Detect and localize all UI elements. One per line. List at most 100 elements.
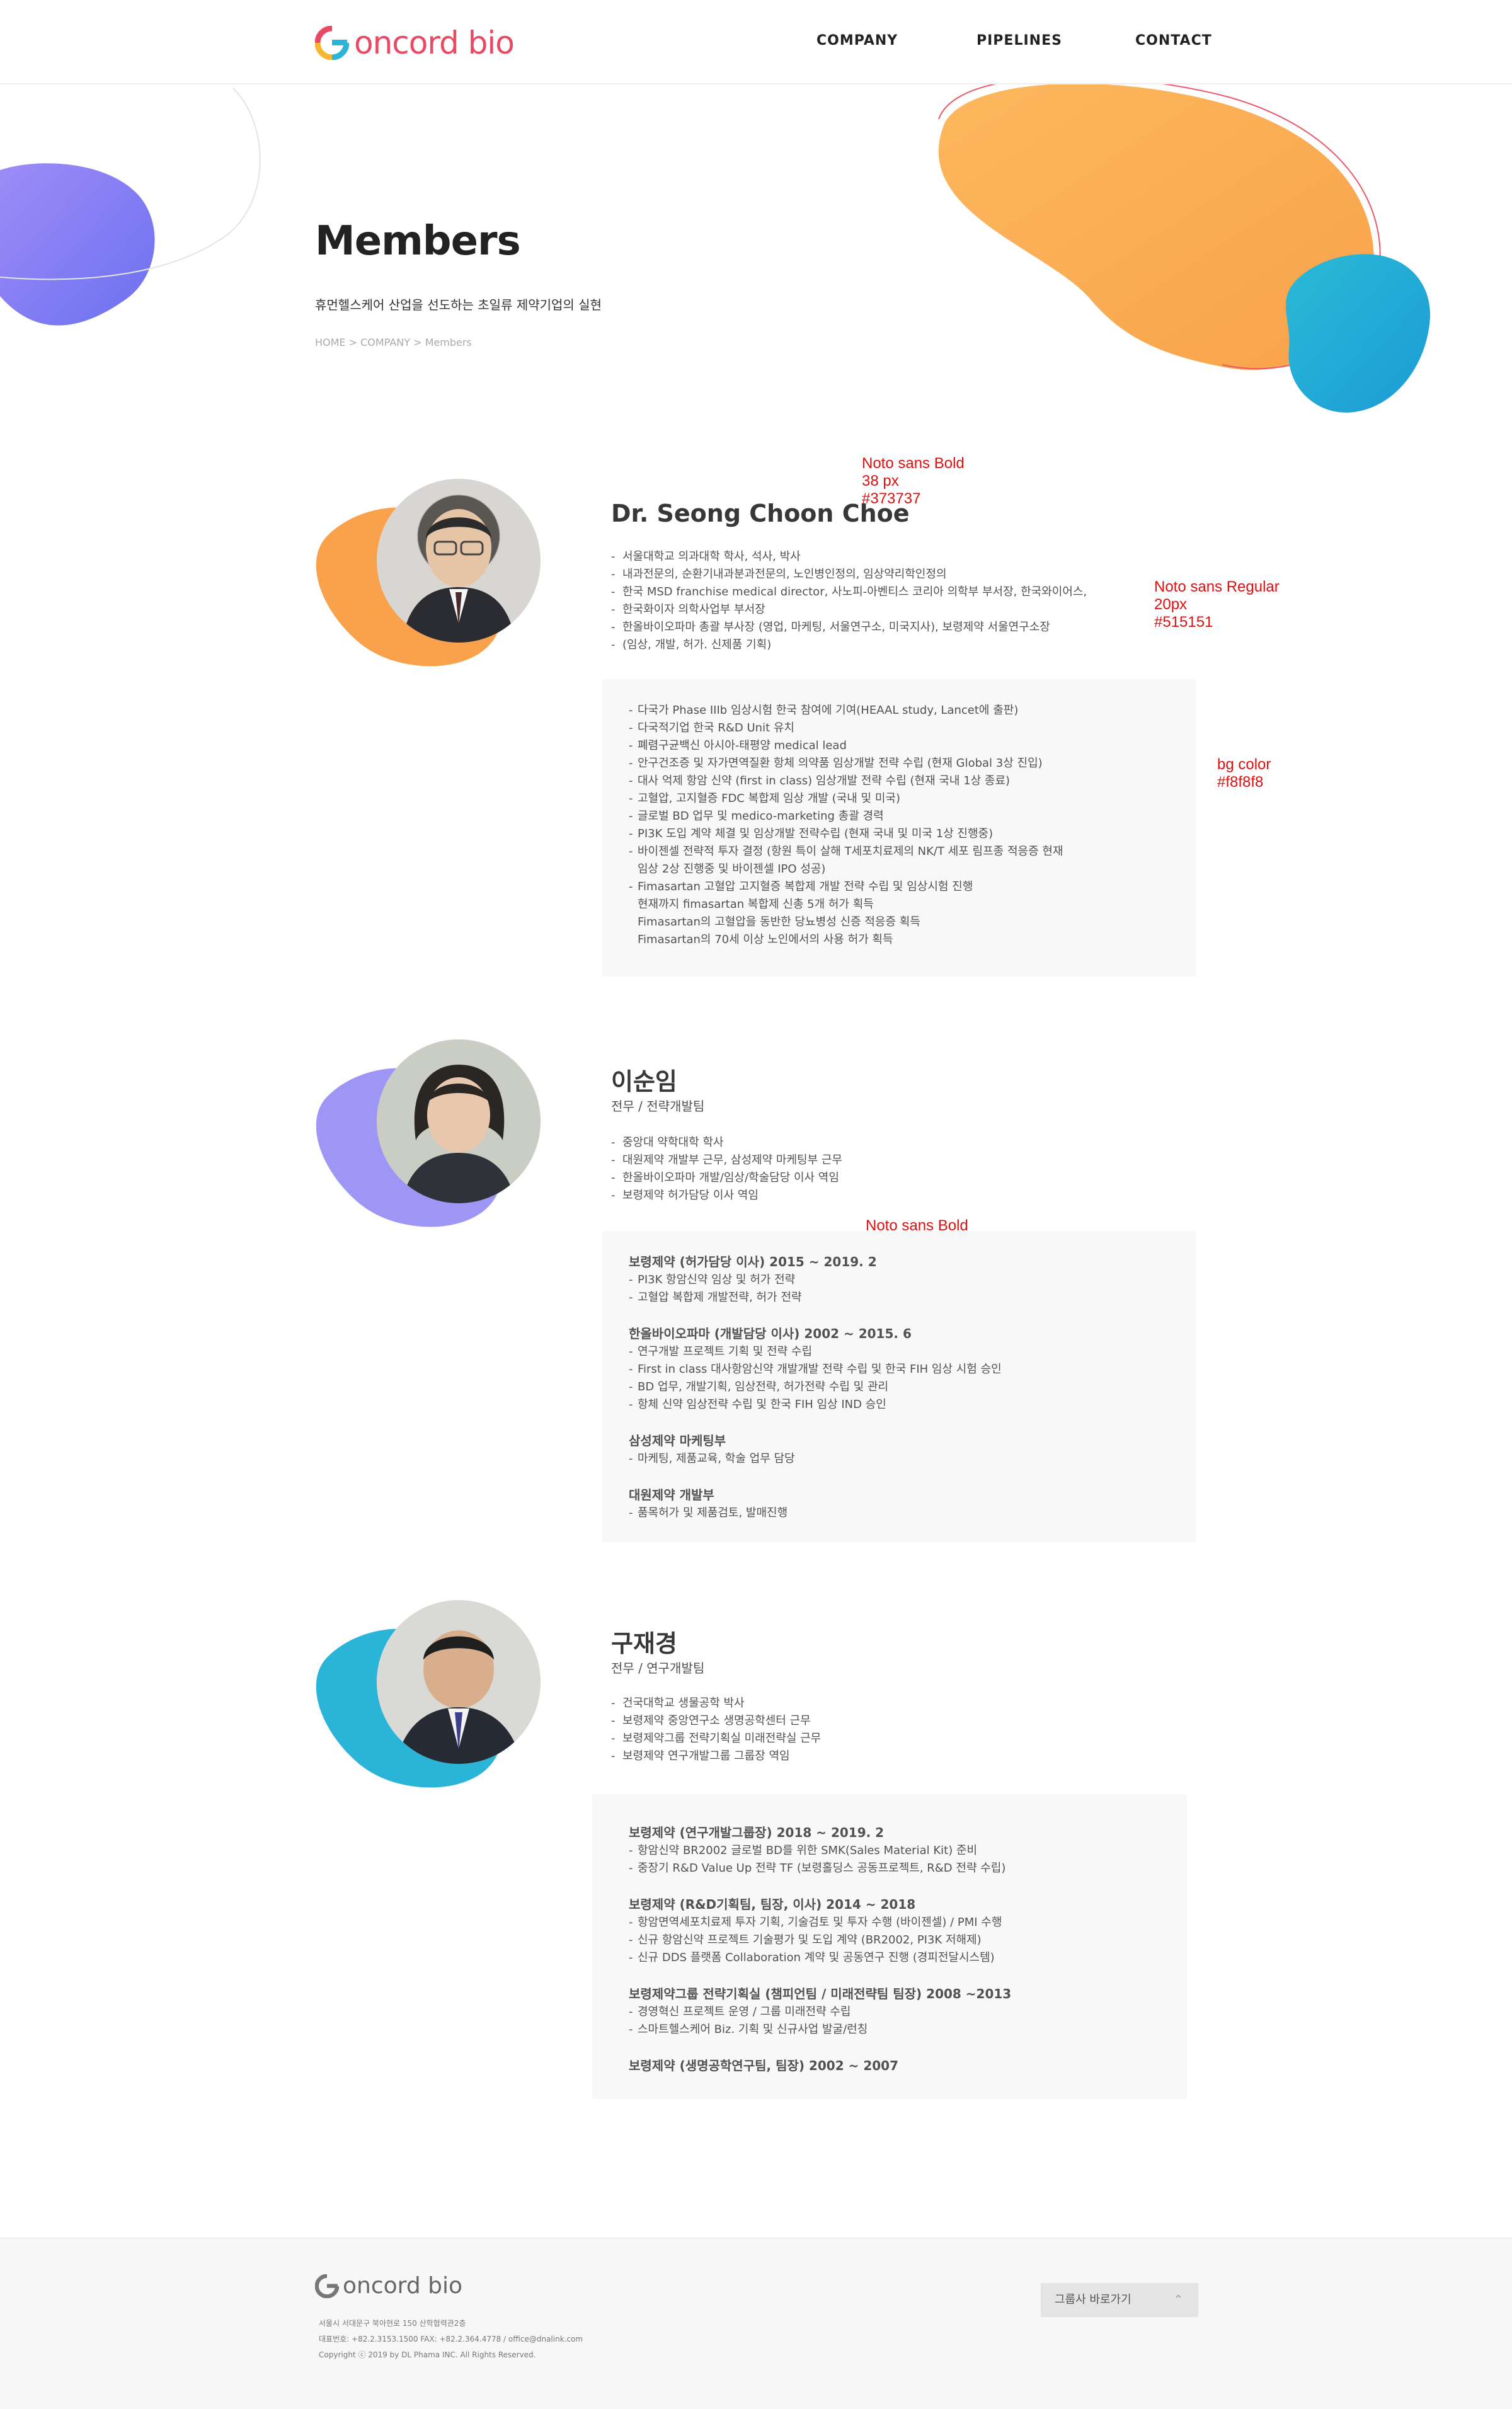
left-purple-blob xyxy=(0,88,261,326)
logo-mark-icon xyxy=(315,26,349,60)
member3-role: 전무 / 연구개발팀 xyxy=(611,1661,705,1676)
nav-pipelines[interactable]: PIPELINES xyxy=(976,33,1062,49)
portrait-icon xyxy=(377,1600,541,1764)
bio-item: 서울대학교 의과대학 학사, 석사, 박사 xyxy=(611,548,1134,566)
footer-logo-text: oncord bio xyxy=(343,2273,463,2299)
right-orange-blob xyxy=(938,84,1431,413)
bio-item-cont: 한국화이자 의학사업부 부서장 xyxy=(611,601,1134,619)
career-section-title: 보령제약 (R&D기획팀, 팀장, 이사) 2014 ~ 2018 xyxy=(629,1897,916,1912)
family-site-label: 그룹사 바로가기 xyxy=(1055,2293,1131,2306)
career-section: 보령제약 (생명공학연구팀, 팀장) 2002 ~ 2007 xyxy=(629,2056,1187,2075)
career-item: 다국가 Phase IIIb 임상시험 한국 참여에 기여(HEAAL stud… xyxy=(629,702,1196,719)
footer-contact: 대표번호: +82.2.3153.1500 FAX: +82.2.364.477… xyxy=(319,2335,583,2343)
career-item: 항암신약 BR2002 글로벌 BD를 위한 SMK(Sales Materia… xyxy=(629,1842,1187,1860)
career-section: 한올바이오파마 (개발담당 이사) 2002 ~ 2015. 6 연구개발 프로… xyxy=(629,1324,1196,1414)
site-header: oncord bio COMPANY PIPELINES CONTACT xyxy=(0,0,1512,84)
career-item: PI3K 항암신약 임상 및 허가 전략 xyxy=(629,1271,1196,1289)
career-item: Fimasartan 고혈압 고지혈증 복합제 개발 전략 수립 및 임상시험 … xyxy=(629,878,1196,896)
member1-career-box: 다국가 Phase IIIb 임상시험 한국 참여에 기여(HEAAL stud… xyxy=(602,679,1196,976)
member2-photo xyxy=(377,1039,541,1203)
career-item: 고혈압, 고지혈증 FDC 복합제 임상 개발 (국내 및 미국) xyxy=(629,790,1196,808)
member3-bio: 건국대학교 생물공학 박사 보령제약 중앙연구소 생명공학센터 근무 보령제약그… xyxy=(611,1695,1134,1765)
career-item-cont: 현재까지 fimasartan 복합제 신총 5개 허가 획득 xyxy=(638,898,874,911)
member2-bio: 중앙대 약학대학 학사 대원제약 개발부 근무, 삼성제약 마케팅부 근무 한올… xyxy=(611,1134,1134,1204)
career-item: 고혈압 복합제 개발전략, 허가 전략 xyxy=(629,1289,1196,1307)
logo-mark-icon xyxy=(315,2274,339,2298)
career-item: BD 업무, 개발기획, 임상전략, 허가전략 수립 및 관리 xyxy=(629,1378,1196,1396)
career-item: 항암면역세포치료제 투자 기획, 기술검토 및 투자 수행 (바이젠셀) / P… xyxy=(629,1914,1187,1931)
member1-name: Dr. Seong Choon Choe xyxy=(611,500,910,527)
bio-item: 내과전문의, 순환기내과분과전문의, 노인병인정의, 임상약리학인정의 xyxy=(611,566,1134,583)
brand-logo[interactable]: oncord bio xyxy=(315,24,515,62)
page-subtitle: 휴먼헬스케어 산업을 선도하는 초일류 제약기업의 실현 xyxy=(315,297,602,312)
career-item: 안구건조증 및 자가면역질환 항체 의약품 임상개발 전략 수립 (현재 Glo… xyxy=(629,755,1196,772)
career-item: 대사 억제 항암 신약 (first in class) 임상개발 전략 수립 … xyxy=(629,772,1196,790)
bio-item: 중앙대 약학대학 학사 xyxy=(611,1134,1134,1152)
career-section: 보령제약 (R&D기획팀, 팀장, 이사) 2014 ~ 2018 항암면역세포… xyxy=(629,1895,1187,1967)
career-item: 스마트헬스케어 Biz. 기획 및 신규사업 발굴/런칭 xyxy=(629,2021,1187,2039)
footer-address: 서울시 서대문구 북아현로 150 산학협력관2층 xyxy=(319,2319,466,2328)
portrait-icon xyxy=(377,1039,541,1203)
career-section: 보령제약 (연구개발그룹장) 2018 ~ 2019. 2 항암신약 BR200… xyxy=(629,1823,1187,1877)
bio-item: 보령제약 중앙연구소 생명공학센터 근무 xyxy=(611,1712,1134,1730)
career-section-title: 보령제약그룹 전략기획실 (챔피언팀 / 미래전략팀 팀장) 2008 ~201… xyxy=(629,1986,1012,2001)
footer-copyright: Copyright ⓒ 2019 by DL Phama INC. All Ri… xyxy=(319,2350,536,2359)
footer-info: 서울시 서대문구 북아현로 150 산학협력관2층 대표번호: +82.2.31… xyxy=(319,2316,583,2363)
career-item: 품목허가 및 제품검토, 발매진행 xyxy=(629,1504,1196,1522)
site-footer: oncord bio 서울시 서대문구 북아현로 150 산학협력관2층 대표번… xyxy=(0,2238,1512,2409)
career-item: 마케팅, 제품교육, 학술 업무 담당 xyxy=(629,1450,1196,1468)
career-section: 보령제약 (허가담당 이사) 2015 ~ 2019. 2 PI3K 항암신약 … xyxy=(629,1252,1196,1307)
career-item-cont: Fimasartan의 70세 이상 노인에서의 사용 허가 획득 xyxy=(638,933,893,946)
member2-name: 이순임 xyxy=(611,1068,677,1096)
career-item: 연구개발 프로젝트 기획 및 전략 수립 xyxy=(629,1343,1196,1361)
member2-career-box: 보령제약 (허가담당 이사) 2015 ~ 2019. 2 PI3K 항암신약 … xyxy=(602,1231,1196,1542)
career-section-title: 보령제약 (허가담당 이사) 2015 ~ 2019. 2 xyxy=(629,1254,877,1269)
bio-item: 보령제약 허가담당 이사 역임 xyxy=(611,1187,1134,1204)
bio-item: 대원제약 개발부 근무, 삼성제약 마케팅부 근무 xyxy=(611,1152,1134,1169)
portrait-icon xyxy=(402,509,515,643)
career-item: 신규 항암신약 프로젝트 기술평가 및 도입 계약 (BR2002, PI3K … xyxy=(629,1931,1187,1949)
career-item: 글로벌 BD 업무 및 medico-marketing 총괄 경력 xyxy=(629,808,1196,825)
bio-item: 건국대학교 생물공학 박사 xyxy=(611,1695,1134,1712)
annotation-bg-color: bg color #f8f8f8 xyxy=(1217,756,1271,791)
bio-item: 보령제약그룹 전략기획실 미래전략실 근무 xyxy=(611,1730,1134,1748)
career-item: 신규 DDS 플랫폼 Collaboration 계약 및 공동연구 진행 (경… xyxy=(629,1949,1187,1967)
footer-logo[interactable]: oncord bio xyxy=(315,2273,462,2299)
bio-item: 한국 MSD franchise medical director, 사노피-아… xyxy=(611,583,1134,601)
career-section-title: 대원제약 개발부 xyxy=(629,1487,714,1502)
bio-item: 한올바이오파마 개발/임상/학술담당 이사 역임 xyxy=(611,1169,1134,1187)
page-title: Members xyxy=(315,218,521,265)
career-section: 대원제약 개발부 품목허가 및 제품검토, 발매진행 xyxy=(629,1485,1196,1522)
career-section-title: 보령제약 (생명공학연구팀, 팀장) 2002 ~ 2007 xyxy=(629,2058,898,2073)
bio-item: 보령제약 연구개발그룹 그룹장 역임 xyxy=(611,1748,1134,1765)
career-section-title: 한올바이오파마 (개발담당 이사) 2002 ~ 2015. 6 xyxy=(629,1326,912,1341)
breadcrumb: HOME > COMPANY > Members xyxy=(315,336,472,348)
nav-contact[interactable]: CONTACT xyxy=(1135,33,1212,49)
career-item-cont: 임상 2상 진행중 및 바이젠셀 IPO 성공) xyxy=(638,862,826,876)
career-item: PI3K 도입 계약 체결 및 임상개발 전략수립 (현재 국내 및 미국 1상… xyxy=(629,825,1196,843)
career-item: 경영혁신 프로젝트 운영 / 그룹 미래전략 수립 xyxy=(629,2003,1187,2021)
career-item: 다국적기업 한국 R&D Unit 유치 xyxy=(629,719,1196,737)
career-section: 삼성제약 마케팅부 마케팅, 제품교육, 학술 업무 담당 xyxy=(629,1431,1196,1468)
career-section: 보령제약그룹 전략기획실 (챔피언팀 / 미래전략팀 팀장) 2008 ~201… xyxy=(629,1984,1187,2039)
career-item: First in class 대사항암신약 개발개발 전략 수립 및 한국 FI… xyxy=(629,1361,1196,1378)
member2-role: 전무 / 전략개발팀 xyxy=(611,1099,705,1114)
member1-bio: 서울대학교 의과대학 학사, 석사, 박사 내과전문의, 순환기내과분과전문의,… xyxy=(611,548,1134,654)
career-section-title: 삼성제약 마케팅부 xyxy=(629,1433,726,1448)
nav-company[interactable]: COMPANY xyxy=(816,33,898,49)
member3-photo xyxy=(377,1600,541,1764)
annotation-body-font: Noto sans Regular 20px #515151 xyxy=(1154,578,1280,631)
bio-item-cont: (임상, 개발, 허가. 신제품 기획) xyxy=(611,636,1134,654)
family-site-select[interactable]: 그룹사 바로가기 ⌃ xyxy=(1041,2283,1198,2317)
career-item: 폐렴구균백신 아시아-태평양 medical lead xyxy=(629,737,1196,755)
career-item: 중장기 R&D Value Up 전략 TF (보령홀딩스 공동프로젝트, R&… xyxy=(629,1860,1187,1877)
bio-item: 한올바이오파마 총괄 부사장 (영업, 마케팅, 서울연구소, 미국지사), 보… xyxy=(611,619,1134,636)
career-item: 바이젠셀 전략적 투자 결정 (항원 특이 살해 T세포치료제의 NK/T 세포… xyxy=(629,843,1196,861)
career-item: 항체 신약 임상전략 수립 및 한국 FIH 임상 IND 승인 xyxy=(629,1396,1196,1414)
member3-career-box: 보령제약 (연구개발그룹장) 2018 ~ 2019. 2 항암신약 BR200… xyxy=(592,1794,1187,2099)
chevron-up-icon: ⌃ xyxy=(1173,2293,1183,2306)
member3-name: 구재경 xyxy=(611,1630,677,1657)
member1-photo xyxy=(377,479,541,643)
logo-text: oncord bio xyxy=(354,25,515,61)
career-section-title: 보령제약 (연구개발그룹장) 2018 ~ 2019. 2 xyxy=(629,1825,885,1840)
